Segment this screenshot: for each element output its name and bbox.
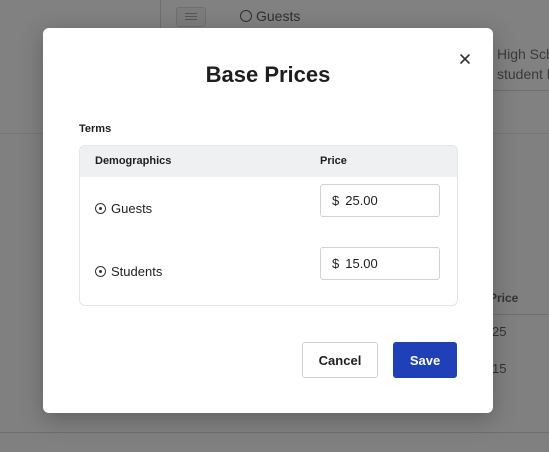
currency-symbol: $: [332, 193, 340, 208]
price-value: 15.00: [345, 256, 378, 271]
background-description: High Sch student l: [497, 44, 549, 84]
table-row: Guests $ 25.00: [80, 177, 457, 240]
background-text-line: student l: [497, 66, 549, 82]
guests-price-input[interactable]: $ 25.00: [320, 184, 440, 217]
modal-title: Base Prices: [205, 62, 331, 87]
prices-table: Demographics Price Guests $ 25.00 Studen…: [79, 145, 458, 306]
table-row: Students $ 15.00: [80, 240, 457, 303]
students-price-input[interactable]: $ 15.00: [320, 247, 440, 280]
radio-icon: [95, 203, 106, 214]
background-guests-label: Guests: [240, 8, 300, 24]
price-value: 25.00: [345, 193, 378, 208]
column-header-price: Price: [320, 155, 347, 167]
table-header: Demographics Price: [80, 146, 457, 177]
base-prices-modal: Base Prices Terms Demographics Price Gue…: [43, 28, 493, 413]
background-price-value: 25: [492, 324, 507, 339]
section-label: Terms: [79, 123, 112, 135]
background-divider: [160, 0, 161, 30]
background-price-value: 15: [492, 361, 507, 376]
close-button[interactable]: [456, 50, 474, 68]
background-text-line: High Sch: [497, 46, 549, 62]
save-button[interactable]: Save: [393, 342, 457, 378]
menu-icon: [176, 7, 206, 27]
radio-icon: [240, 10, 252, 22]
demographic-label: Guests: [95, 201, 152, 216]
background-price-header: Price: [489, 291, 519, 305]
background-divider: [0, 432, 549, 433]
close-icon: [460, 54, 470, 64]
demographic-label-text: Guests: [111, 201, 153, 216]
currency-symbol: $: [332, 256, 340, 271]
radio-icon: [95, 266, 106, 277]
cancel-button[interactable]: Cancel: [302, 342, 378, 378]
demographic-label-text: Students: [111, 264, 163, 279]
demographic-label: Students: [95, 264, 162, 279]
column-header-demographics: Demographics: [95, 155, 172, 167]
